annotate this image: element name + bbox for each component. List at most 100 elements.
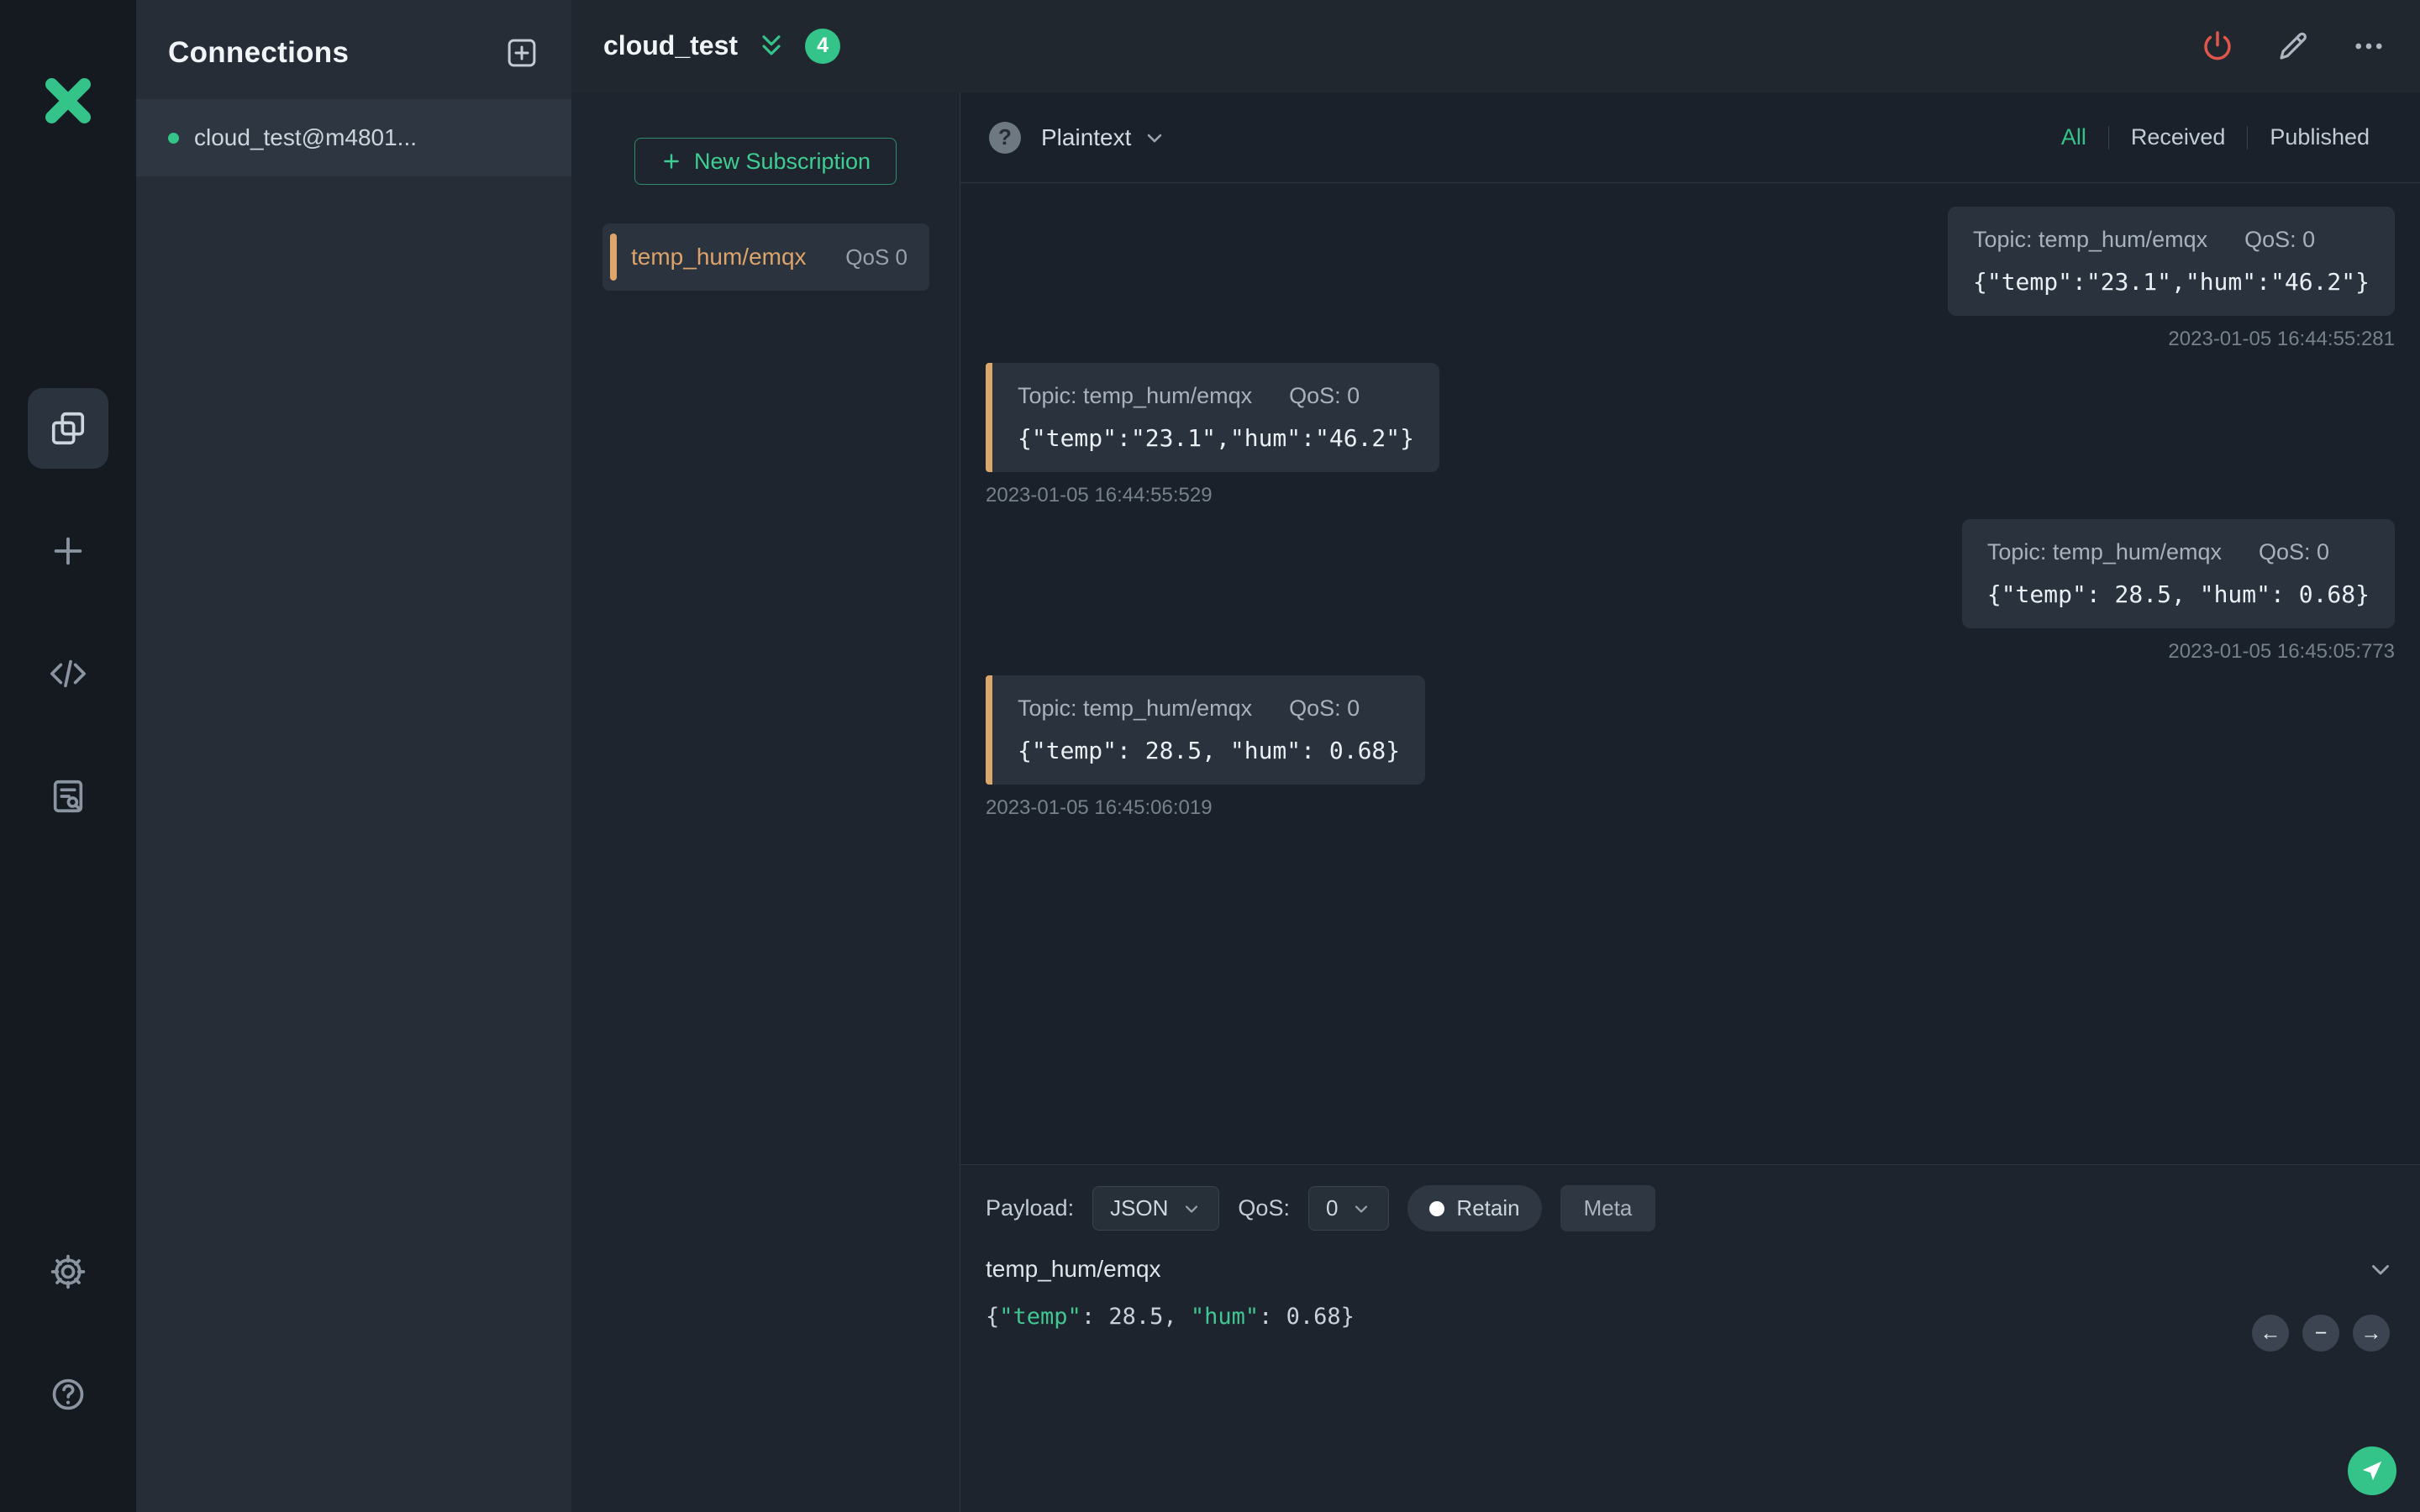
filter-published[interactable]: Published — [2248, 124, 2391, 150]
edit-connection-button[interactable] — [2275, 29, 2311, 64]
message-received: Topic: temp_hum/emqx QoS: 0 {"temp":"23.… — [986, 363, 2395, 507]
subscription-qos: QoS 0 — [845, 244, 908, 270]
message-timestamp: 2023-01-05 16:45:05:773 — [2168, 640, 2395, 663]
new-connection-button[interactable] — [504, 35, 539, 71]
chevron-down-icon — [1355, 1205, 1368, 1213]
subscriptions-panel: New Subscription temp_hum/emqx QoS 0 — [571, 92, 960, 1512]
mqttx-logo-icon — [33, 66, 103, 136]
plus-icon — [54, 537, 82, 565]
qos-value: 0 — [1325, 1195, 1339, 1221]
connection-name: cloud_test@m4801... — [194, 124, 418, 150]
editor-token: { — [986, 1304, 1000, 1330]
payload-label: Payload: — [986, 1195, 1075, 1221]
sidebar-item-help[interactable] — [28, 1354, 108, 1435]
publish-payload-editor[interactable]: {"temp": 28.5, "hum": 0.68} — [960, 1292, 2420, 1341]
message-format-select[interactable]: Plaintext — [1041, 124, 1166, 151]
message-payload: {"temp":"23.1","hum":"46.2"} — [1018, 424, 1415, 452]
plus-box-icon — [508, 39, 536, 67]
power-icon — [2204, 30, 2231, 60]
meta-button[interactable]: Meta — [1560, 1185, 1656, 1231]
message-payload: {"temp": 28.5, "hum": 0.68} — [1986, 580, 2370, 608]
message-timestamp: 2023-01-05 16:44:55:281 — [2168, 328, 2395, 350]
chevron-down-icon — [2372, 1265, 2389, 1275]
subscription-count-badge: 4 — [805, 28, 841, 64]
message-toolbar: ? Plaintext All Received Published — [960, 92, 2420, 183]
log-icon — [53, 780, 83, 813]
message-topic: Topic: temp_hum/emqx — [1972, 227, 2208, 252]
message-received: Topic: temp_hum/emqx QoS: 0 {"temp": 28.… — [986, 675, 2395, 820]
new-subscription-button[interactable]: New Subscription — [634, 138, 897, 185]
message-list[interactable]: Topic: temp_hum/emqx QoS: 0 {"temp":"23.… — [960, 183, 2420, 1164]
new-subscription-label: New Subscription — [693, 148, 871, 174]
ellipsis-icon — [2355, 43, 2382, 49]
payload-format-value: JSON — [1110, 1195, 1169, 1221]
message-published: Topic: temp_hum/emqx QoS: 0 {"temp":"23.… — [986, 207, 2395, 351]
message-payload: {"temp": 28.5, "hum": 0.68} — [1018, 737, 1401, 764]
message-area: ? Plaintext All Received Published Topic… — [960, 92, 2420, 1512]
prev-payload-button[interactable]: ← — [2252, 1315, 2289, 1352]
nav-rail — [0, 0, 136, 1512]
message-bubble: Topic: temp_hum/emqx QoS: 0 {"temp":"23.… — [1947, 207, 2395, 316]
connections-icon — [51, 412, 85, 445]
message-topic: Topic: temp_hum/emqx — [1018, 383, 1253, 408]
sidebar-item-settings[interactable] — [28, 1231, 108, 1312]
pencil-icon — [2280, 32, 2307, 60]
message-bubble: Topic: temp_hum/emqx QoS: 0 {"temp": 28.… — [986, 675, 1426, 785]
qos-select[interactable]: 0 — [1307, 1186, 1390, 1231]
connections-panel-title: Connections — [168, 36, 350, 69]
payload-help-icon[interactable]: ? — [989, 121, 1021, 154]
retain-label: Retain — [1456, 1195, 1520, 1221]
collapse-panel-button[interactable] — [756, 31, 786, 61]
send-button[interactable] — [2348, 1446, 2396, 1495]
message-qos: QoS: 0 — [1289, 696, 1360, 721]
message-qos: QoS: 0 — [2244, 227, 2316, 252]
retain-dot-icon — [1429, 1200, 1445, 1216]
editor-token: : 0.68} — [1259, 1304, 1355, 1330]
sidebar-item-log[interactable] — [28, 756, 108, 837]
gear-icon — [50, 1254, 86, 1289]
payload-count-button[interactable]: − — [2302, 1315, 2339, 1352]
sidebar-item-connections[interactable] — [28, 388, 108, 469]
message-timestamp: 2023-01-05 16:44:55:529 — [986, 484, 1213, 507]
message-bubble: Topic: temp_hum/emqx QoS: 0 {"temp": 28.… — [1961, 519, 2395, 628]
editor-token: "hum" — [1190, 1304, 1260, 1330]
more-options-button[interactable] — [2351, 29, 2386, 64]
connection-topbar: cloud_test 4 — [571, 0, 2420, 92]
connection-title: cloud_test — [603, 30, 739, 60]
message-qos: QoS: 0 — [2258, 539, 2330, 564]
qos-label: QoS: — [1238, 1195, 1290, 1221]
code-icon — [50, 659, 86, 688]
subscription-topic: temp_hum/emqx — [631, 244, 807, 270]
message-format-value: Plaintext — [1041, 123, 1132, 150]
chevron-down-icon — [1148, 134, 1162, 142]
subscription-color-bar — [610, 234, 617, 281]
disconnect-button[interactable] — [2200, 29, 2235, 64]
filter-all[interactable]: All — [2039, 124, 2108, 150]
send-icon — [2362, 1461, 2382, 1481]
next-payload-button[interactable]: → — [2353, 1315, 2390, 1352]
retain-toggle[interactable]: Retain — [1407, 1185, 1542, 1231]
editor-token: "temp" — [999, 1304, 1081, 1330]
message-payload: {"temp":"23.1","hum":"46.2"} — [1972, 268, 2370, 296]
payload-format-select[interactable]: JSON — [1092, 1186, 1220, 1231]
double-chevron-down-icon — [762, 34, 781, 55]
message-filters: All Received Published — [2039, 124, 2391, 150]
subscription-item[interactable]: temp_hum/emqx QoS 0 — [602, 223, 929, 291]
connections-panel: Connections cloud_test@m4801... — [136, 0, 571, 1512]
connection-list-item[interactable]: cloud_test@m4801... — [136, 99, 571, 176]
message-published: Topic: temp_hum/emqx QoS: 0 {"temp": 28.… — [986, 519, 2395, 664]
sidebar-item-new-connection[interactable] — [28, 511, 108, 591]
chevron-down-icon — [1186, 1205, 1198, 1213]
filter-received[interactable]: Received — [2109, 124, 2248, 150]
message-topic: Topic: temp_hum/emqx — [1018, 696, 1253, 721]
publish-panel: Payload: JSON QoS: 0 Retain Meta temp_hu… — [960, 1164, 2420, 1512]
sidebar-item-script[interactable] — [28, 633, 108, 714]
message-topic: Topic: temp_hum/emqx — [1986, 539, 2222, 564]
message-timestamp: 2023-01-05 16:45:06:019 — [986, 796, 1213, 819]
editor-token: : 28.5, — [1081, 1304, 1191, 1330]
publish-topic-input[interactable]: temp_hum/emqx — [986, 1256, 2366, 1283]
message-bubble: Topic: temp_hum/emqx QoS: 0 {"temp":"23.… — [986, 363, 1440, 472]
connection-status-dot — [168, 132, 179, 144]
collapse-editor-button[interactable] — [2366, 1255, 2395, 1284]
payload-pager: ← − → — [2252, 1315, 2390, 1352]
